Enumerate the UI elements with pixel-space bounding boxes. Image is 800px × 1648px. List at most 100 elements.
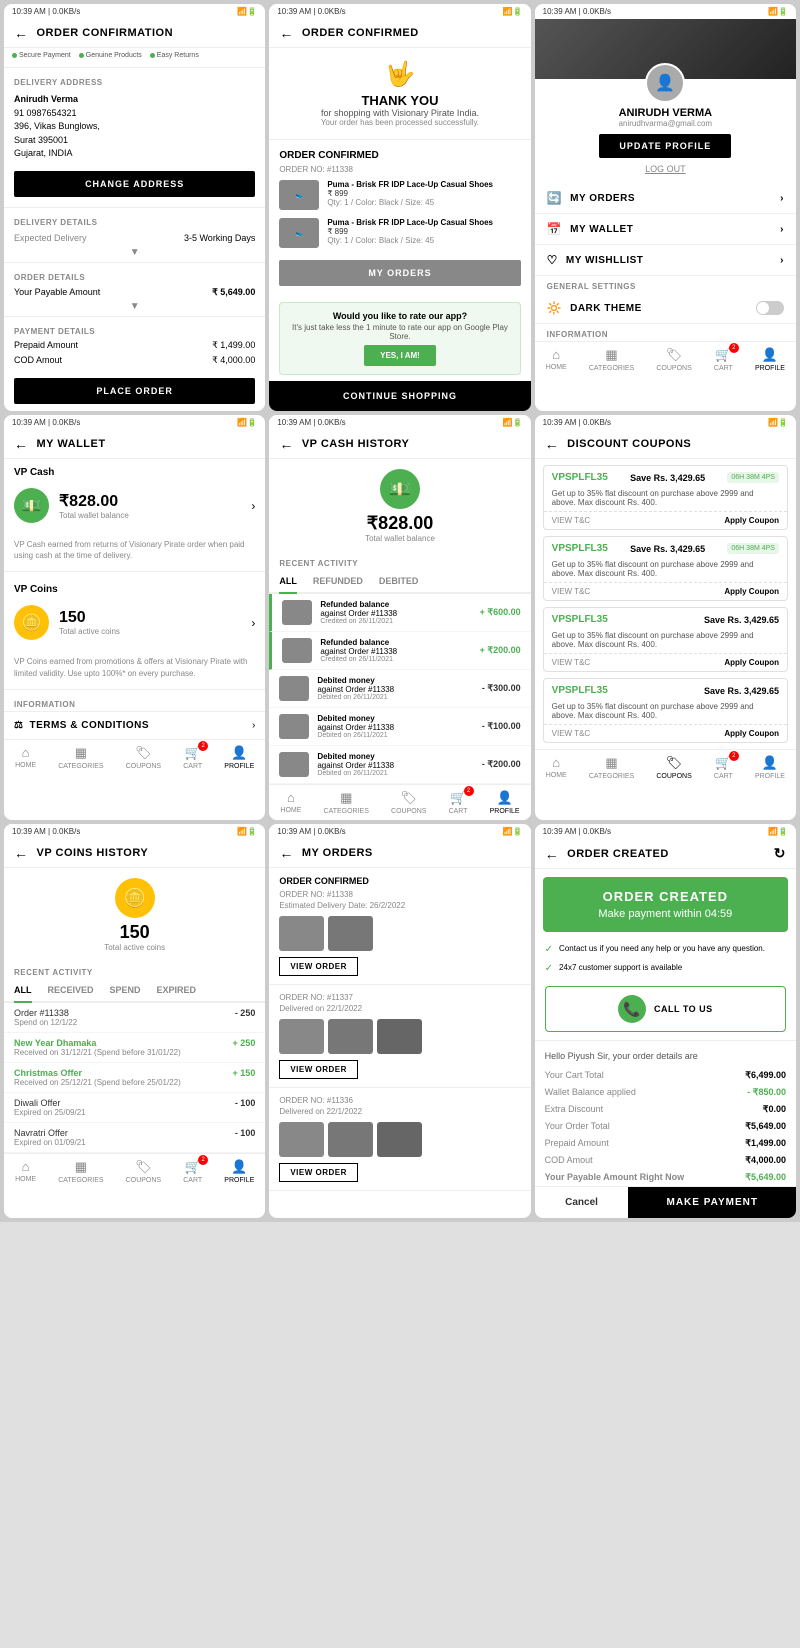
make-payment-button[interactable]: MAKE PAYMENT [628, 1187, 796, 1218]
nav-home[interactable]: ⌂ HOME [15, 745, 36, 770]
prepaid-amount-row: Prepaid Amount ₹ 1,499.00 [4, 338, 265, 353]
detail-row-4: Prepaid Amount ₹1,499.00 [535, 1135, 796, 1152]
view-order-button-1[interactable]: VIEW ORDER [279, 1060, 358, 1079]
nav-home[interactable]: ⌂ HOME [15, 1159, 36, 1184]
logout-link[interactable]: LOG OUT [645, 164, 686, 174]
order-confirmation-header: ← ORDER CONFIRMATION [4, 19, 265, 48]
nav-home[interactable]: ⌂ HOME [546, 755, 567, 780]
dark-theme-toggle-switch[interactable] [756, 301, 784, 315]
nav-home[interactable]: ⌂ HOME [280, 790, 301, 815]
rate-app-button[interactable]: YES, I AM! [364, 345, 436, 366]
back-arrow-icon[interactable]: ← [279, 845, 294, 861]
continue-shopping-button[interactable]: CONTINUE SHOPPING [269, 381, 530, 411]
nav-profile[interactable]: 👤 PROFILE [224, 745, 254, 770]
order-created-header: ← ORDER CREATED ↻ [535, 839, 796, 869]
tab-all[interactable]: ALL [279, 570, 297, 594]
apply-coupon-1[interactable]: Apply Coupon [724, 587, 779, 596]
activity-product-image [282, 638, 312, 663]
screens-grid: 10:39 AM | 0.0KB/s 📶🔋 ← ORDER CONFIRMATI… [0, 0, 800, 1222]
back-arrow-icon[interactable]: ← [14, 845, 29, 861]
coins-tab-expired[interactable]: EXPIRED [157, 979, 197, 1003]
info-check-0: ✓ Contact us if you need any help or you… [535, 940, 796, 959]
my-wallet-menu-item[interactable]: 📅 MY WALLET › [535, 214, 796, 245]
nav-coupons[interactable]: 🏷 COUPONS [656, 347, 691, 372]
back-arrow-icon[interactable]: ← [279, 25, 294, 41]
nav-profile[interactable]: 👤 PROFILE [755, 347, 785, 372]
cod-amount-row: COD Amout ₹ 4,000.00 [4, 353, 265, 368]
nav-coupons[interactable]: 🏷 COUPONS [126, 745, 161, 770]
view-order-button-2[interactable]: VIEW ORDER [279, 1163, 358, 1182]
delivery-address-title: DELIVERY ADDRESS [4, 72, 265, 89]
nav-home[interactable]: ⌂ HOME [546, 347, 567, 372]
nav-categories[interactable]: ▦ CATEGORIES [58, 745, 103, 770]
coins-tab-spend[interactable]: SPEND [110, 979, 141, 1003]
nav-categories[interactable]: ▦ CATEGORIES [589, 755, 634, 780]
chevron-right-icon: › [251, 499, 255, 513]
nav-categories[interactable]: ▦ CATEGORIES [58, 1159, 103, 1184]
apply-coupon-3[interactable]: Apply Coupon [724, 729, 779, 738]
back-arrow-icon[interactable]: ← [14, 25, 29, 41]
vp-cash-history-header: ← VP CASH HISTORY [269, 430, 530, 459]
nav-profile[interactable]: 👤 PROFILE [755, 755, 785, 780]
chevron-right-icon: › [780, 193, 784, 204]
nav-categories[interactable]: ▦ CATEGORIES [324, 790, 369, 815]
my-orders-menu-item[interactable]: 🔄 MY ORDERS › [535, 183, 796, 214]
call-us-button[interactable]: 📞 CALL TO US [545, 986, 786, 1032]
nav-cart[interactable]: 🛒 2 CART [714, 347, 733, 372]
terms-icon: ⚖ [14, 720, 23, 731]
detail-row-0: Your Cart Total ₹6,499.00 [535, 1067, 796, 1084]
refresh-icon[interactable]: ↻ [774, 845, 786, 862]
genuine-dot [79, 53, 84, 58]
place-order-button[interactable]: PLACE ORDER [14, 378, 255, 404]
nav-coupons[interactable]: 🏷 COUPONS [656, 755, 691, 780]
nav-profile[interactable]: 👤 PROFILE [224, 1159, 254, 1184]
balance-display: 💵 ₹828.00 Total wallet balance [269, 459, 530, 553]
back-arrow-icon[interactable]: ← [545, 846, 560, 862]
wallet-icon: 📅 [547, 222, 562, 236]
view-order-button-0[interactable]: VIEW ORDER [279, 957, 358, 976]
payable-amount-row: Your Payable Amount ₹ 5,649.00 [4, 284, 265, 301]
nav-coupons[interactable]: 🏷 COUPONS [391, 790, 426, 815]
bottom-nav-profile: ⌂ HOME ▦ CATEGORIES 🏷 COUPONS 🛒 2 CART 👤… [535, 341, 796, 377]
dark-theme-icon: 🔆 [547, 301, 562, 315]
back-arrow-icon[interactable]: ← [279, 436, 294, 452]
screen-vp-coins-history: 10:39 AM | 0.0KB/s 📶🔋 ← VP COINS HISTORY… [4, 824, 265, 1218]
order-product-img-1 [279, 1122, 324, 1157]
coins-tab-received[interactable]: RECEIVED [48, 979, 94, 1003]
detail-row-6: Your Payable Amount Right Now ₹5,649.00 [535, 1169, 796, 1186]
nav-cart[interactable]: 🛒 2 CART [183, 745, 202, 770]
order-card-1: ORDER NO: #11337 Delivered on 22/1/2022 … [269, 985, 530, 1088]
back-arrow-icon[interactable]: ← [545, 436, 560, 452]
nav-coupons[interactable]: 🏷 COUPONS [126, 1159, 161, 1184]
profile-icon: 👤 [497, 790, 513, 806]
my-wishlist-menu-item[interactable]: ♡ MY WISHLLIST › [535, 245, 796, 276]
my-orders-button[interactable]: MY ORDERS [279, 260, 520, 286]
change-address-button[interactable]: CHANGE ADDRESS [14, 171, 255, 197]
order-confirmed-box: ORDER CONFIRMED ORDER NO: #11338 👟 Puma … [269, 144, 530, 296]
terms-conditions-row[interactable]: ⚖ TERMS & CONDITIONS › [4, 711, 265, 739]
activity-product-image [279, 752, 309, 777]
apply-coupon-0[interactable]: Apply Coupon [724, 516, 779, 525]
detail-row-2: Extra Discount ₹0.00 [535, 1101, 796, 1118]
coins-tab-all[interactable]: ALL [14, 979, 32, 1003]
status-bar-8: 10:39 AM | 0.0KB/s 📶🔋 [269, 824, 530, 839]
nav-cart[interactable]: 🛒 2 CART [449, 790, 468, 815]
nav-profile[interactable]: 👤 PROFILE [490, 790, 520, 815]
nav-cart[interactable]: 🛒 2 CART [183, 1159, 202, 1184]
dark-theme-toggle[interactable]: 🔆 DARK THEME [535, 293, 796, 324]
order-card-0: ORDER CONFIRMED ORDER NO: #11338 Estimat… [269, 868, 530, 985]
rate-app-box: Would you like to rate our app? It's jus… [279, 302, 520, 375]
apply-coupon-2[interactable]: Apply Coupon [724, 658, 779, 667]
tab-debited[interactable]: DEBITED [379, 570, 419, 594]
tab-refunded[interactable]: REFUNDED [313, 570, 363, 594]
returns-dot [150, 53, 155, 58]
activity-product-image [282, 600, 312, 625]
vp-coins-icon: 🪙 [14, 605, 49, 640]
nav-cart[interactable]: 🛒 2 CART [714, 755, 733, 780]
nav-categories[interactable]: ▦ CATEGORIES [589, 347, 634, 372]
order-details-title: ORDER DETAILS [4, 267, 265, 284]
update-profile-button[interactable]: UPDATE PROFILE [599, 134, 731, 158]
cancel-button[interactable]: Cancel [535, 1187, 629, 1218]
coupons-icon: 🏷 [135, 745, 152, 761]
back-arrow-icon[interactable]: ← [14, 436, 29, 452]
